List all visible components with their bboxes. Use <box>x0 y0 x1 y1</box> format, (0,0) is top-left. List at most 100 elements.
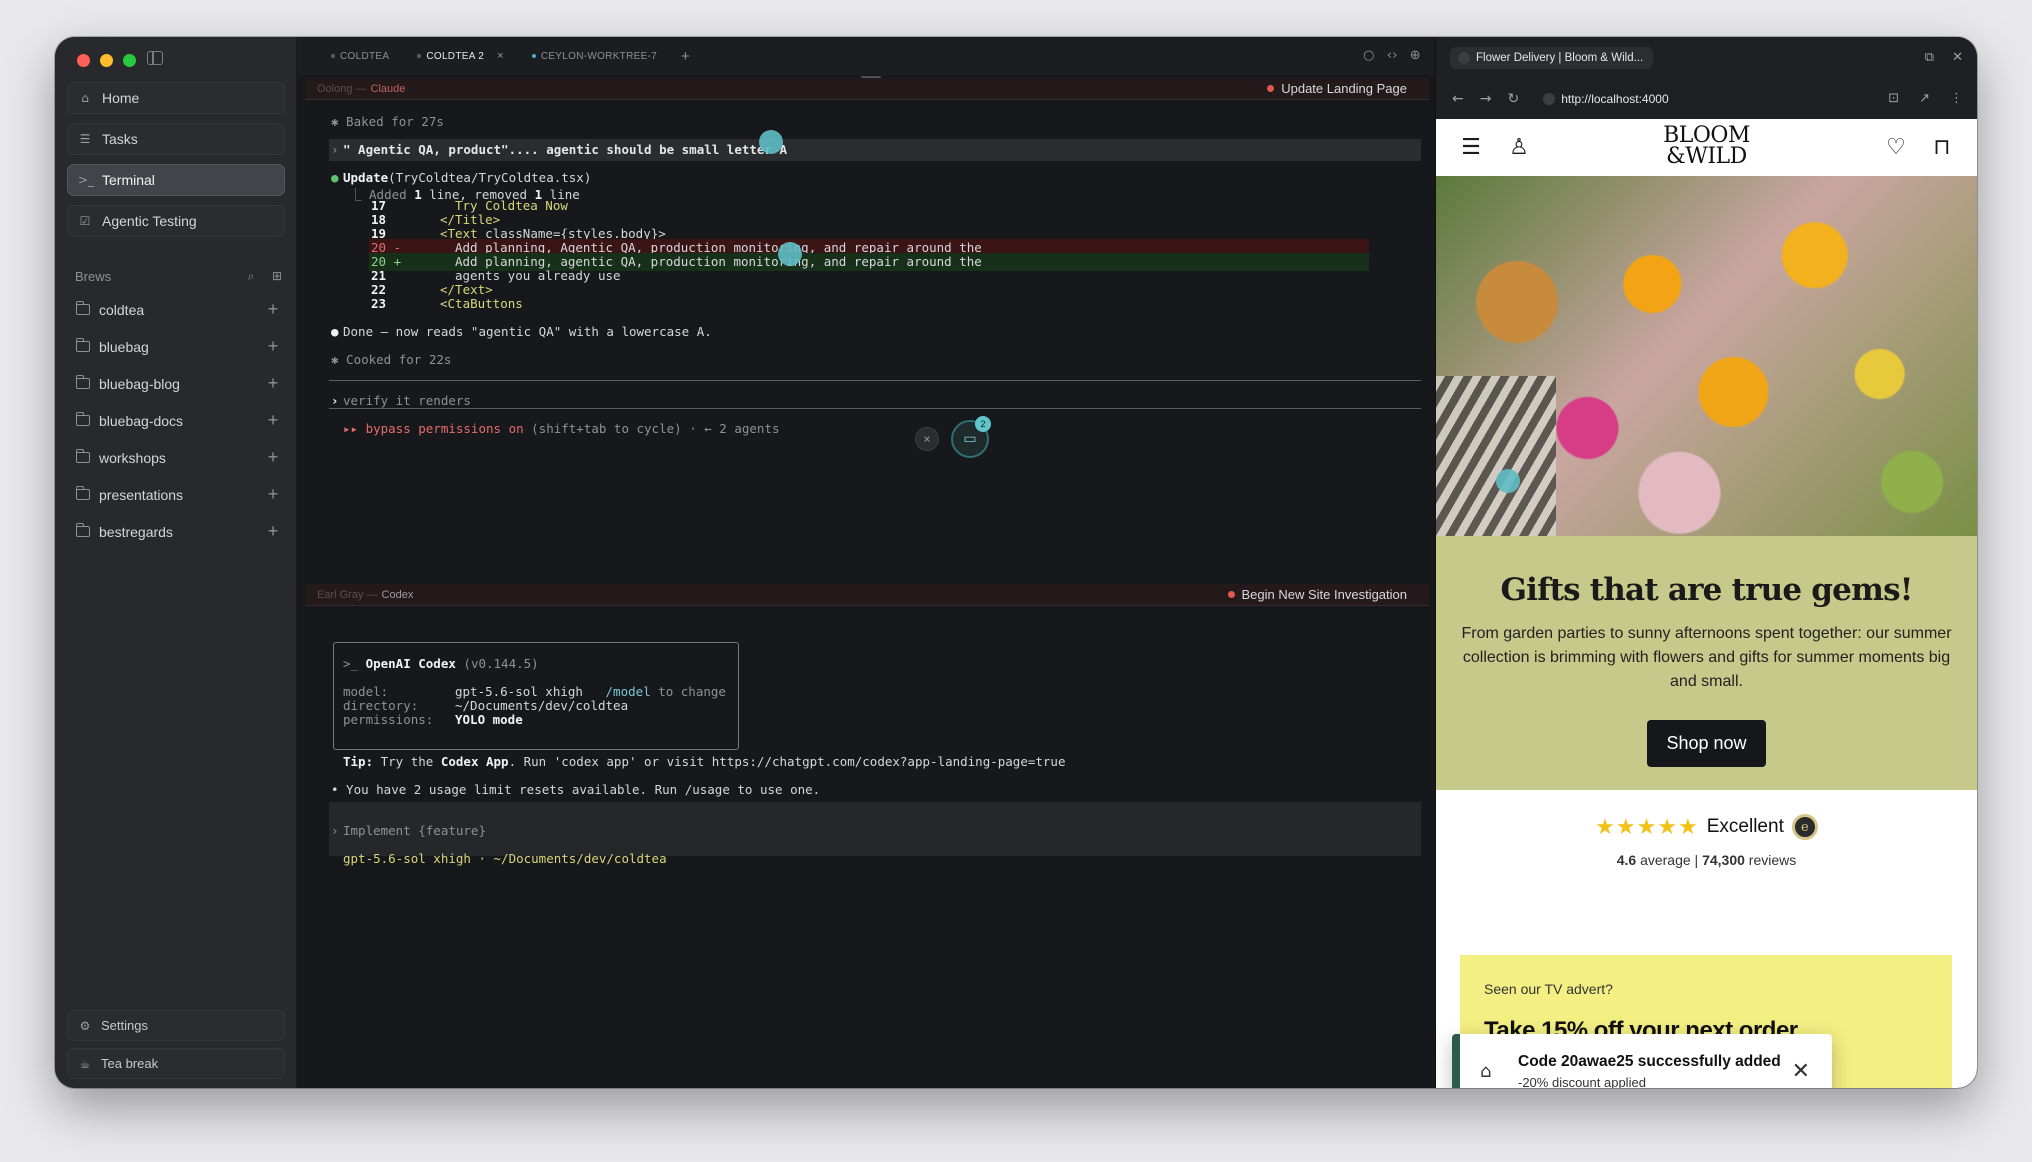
agent-name: Codex <box>381 588 414 601</box>
claude-pane: Oolong — Claude Update Landing Page ✱ Ba… <box>305 78 1429 578</box>
back-icon[interactable]: ← <box>1452 91 1464 107</box>
promo-section: Gifts that are true gems! From garden pa… <box>1436 536 1977 790</box>
add-icon[interactable]: + <box>261 410 285 431</box>
nav-item-label: Terminal <box>102 172 155 188</box>
diff-line-18: 18 <box>371 212 387 227</box>
codex-input[interactable]: Implement {feature} <box>343 823 486 838</box>
diff-text-22: </Text> <box>440 282 493 297</box>
folder-icon <box>75 486 90 500</box>
add-icon[interactable]: + <box>261 521 285 542</box>
brew-item-bluebag-docs[interactable]: bluebag-docs + <box>67 402 285 439</box>
globe-icon[interactable]: ⊕ <box>1410 48 1421 63</box>
close-window-button[interactable] <box>77 54 90 67</box>
promo-title: Gifts that are true gems! <box>1500 572 1913 608</box>
more-icon[interactable]: ⋮ <box>1950 91 1963 106</box>
diff-text-23: <CtaButtons <box>440 296 523 311</box>
url-input[interactable]: http://localhost:4000 <box>1535 86 1865 112</box>
sidebar-toggle-icon[interactable] <box>147 51 163 65</box>
diff-line-21: 21 <box>371 268 387 283</box>
nav-item-label: Home <box>102 90 140 106</box>
brews-title: Brews <box>75 268 112 284</box>
close-icon[interactable]: ✕ <box>1952 50 1963 65</box>
star-rating-icon: ★★★★★ <box>1595 814 1699 840</box>
add-icon[interactable]: + <box>261 299 285 320</box>
nav-item-agentic-testing[interactable]: ☑ Agentic Testing <box>67 205 285 237</box>
terminal-tabbar: COLDTEA COLDTEA 2 × CEYLON-WORKTREE-7 + ○… <box>297 37 1435 75</box>
nav-item-terminal[interactable]: >_ Terminal <box>67 164 285 196</box>
brew-item-bluebag-blog[interactable]: bluebag-blog + <box>67 365 285 402</box>
add-tab-icon[interactable]: + <box>681 48 690 65</box>
chat-icon[interactable]: ▭ 2 <box>951 416 991 458</box>
close-toast-icon[interactable]: ✕ <box>1792 1059 1810 1084</box>
add-icon[interactable]: + <box>261 484 285 505</box>
gear-icon: ⚙ <box>79 1018 91 1033</box>
brew-item-bestregards[interactable]: bestregards + <box>67 513 285 550</box>
browser-tabbar: Flower Delivery | Bloom & Wild... ⧉ ✕ <box>1436 37 1977 79</box>
cursor-indicator <box>1496 469 1520 493</box>
brew-item-coldtea[interactable]: coldtea + <box>67 291 285 328</box>
baked-line: ✱ Baked for 27s <box>331 114 444 129</box>
settings-button[interactable]: ⚙ Settings <box>67 1010 285 1041</box>
browser-tab-actions: ⧉ ✕ <box>1925 50 1963 65</box>
pane-header: Oolong — Claude Update Landing Page <box>305 78 1429 100</box>
reload-icon[interactable]: ↻ <box>1507 91 1519 107</box>
open-external-icon[interactable]: ↗ <box>1919 91 1930 106</box>
shop-now-button[interactable]: Shop now <box>1647 720 1766 767</box>
tip-line: Tip: Try the Codex App. Run 'codex app' … <box>343 754 1066 769</box>
tea-break-button[interactable]: ☕ Tea break <box>67 1048 285 1079</box>
status-dot <box>1227 591 1235 598</box>
code-icon[interactable]: ‹› <box>1387 48 1398 63</box>
add-icon[interactable]: + <box>261 336 285 357</box>
input-caret: › <box>331 393 339 408</box>
tag-icon: ⌂ <box>1480 1061 1492 1082</box>
task-label[interactable]: Update Landing Page <box>1267 81 1407 96</box>
app-window: ⌂ Home ☰ Tasks >_ Terminal ☑ Agentic Tes… <box>55 37 1977 1088</box>
close-tab-icon[interactable]: × <box>497 50 504 62</box>
claude-input[interactable]: verify it renders <box>343 393 471 408</box>
bag-icon[interactable]: ⊓ <box>1929 135 1955 161</box>
browser-tab[interactable]: Flower Delivery | Bloom & Wild... <box>1450 47 1654 69</box>
codex-output: >_ OpenAI Codex (v0.144.5) model: gpt-5.… <box>305 606 1429 1084</box>
brew-item-presentations[interactable]: presentations + <box>67 476 285 513</box>
dismiss-icon[interactable]: × <box>915 427 939 451</box>
search-icon[interactable]: ⌕ <box>243 263 259 289</box>
task-title: Update Landing Page <box>1281 81 1407 96</box>
rating-label: Excellent <box>1706 816 1784 837</box>
brew-item-workshops[interactable]: workshops + <box>67 439 285 476</box>
user-message-caret: › <box>331 142 339 157</box>
tab-coldtea-2[interactable]: COLDTEA 2 × <box>403 37 517 75</box>
chat-bubble-icon[interactable]: ○ <box>1363 48 1375 63</box>
brew-label: workshops <box>99 449 166 466</box>
new-folder-icon[interactable]: ⊞ <box>269 263 285 289</box>
maximize-window-button[interactable] <box>123 54 136 67</box>
task-label[interactable]: Begin New Site Investigation <box>1227 587 1407 602</box>
forward-icon[interactable]: → <box>1480 91 1492 107</box>
tab-ceylon-worktree-7[interactable]: CEYLON-WORKTREE-7 <box>518 37 671 75</box>
account-icon[interactable]: ♙ <box>1506 135 1532 161</box>
nav-item-home[interactable]: ⌂ Home <box>67 82 285 114</box>
site-header: ☰ ♙ BLOOM &WILD ♡ ⊓ <box>1436 119 1977 176</box>
brew-label: bluebag <box>99 338 149 355</box>
nav-item-tasks[interactable]: ☰ Tasks <box>67 123 285 155</box>
rating-line: ★★★★★ Excellent e <box>1436 814 1977 840</box>
done-line: Done — now reads "agentic QA" with a low… <box>343 324 712 339</box>
model-label: model: <box>343 684 389 699</box>
install-icon[interactable]: ⊡ <box>1888 91 1899 106</box>
picture-in-picture-icon[interactable]: ⧉ <box>1925 50 1934 65</box>
folder-icon <box>75 338 90 352</box>
tab-coldtea[interactable]: COLDTEA <box>317 37 403 75</box>
brew-item-bluebag[interactable]: bluebag + <box>67 328 285 365</box>
settings-label: Settings <box>101 1018 148 1033</box>
usage-line: • You have 2 usage limit resets availabl… <box>331 782 821 797</box>
notification-badge: 2 <box>975 416 991 432</box>
user-message: " Agentic QA, product".... agentic shoul… <box>343 142 788 157</box>
minimize-window-button[interactable] <box>100 54 113 67</box>
add-icon[interactable]: + <box>261 447 285 468</box>
website-viewport: ☰ ♙ BLOOM &WILD ♡ ⊓ Gifts that are true g… <box>1436 119 1977 1088</box>
heart-icon[interactable]: ♡ <box>1883 135 1909 161</box>
site-logo[interactable]: BLOOM &WILD <box>1663 125 1750 168</box>
add-icon[interactable]: + <box>261 373 285 394</box>
browser-panel: Flower Delivery | Bloom & Wild... ⧉ ✕ ← … <box>1435 37 1977 1088</box>
cursor-indicator <box>759 130 783 154</box>
menu-icon[interactable]: ☰ <box>1458 135 1484 161</box>
